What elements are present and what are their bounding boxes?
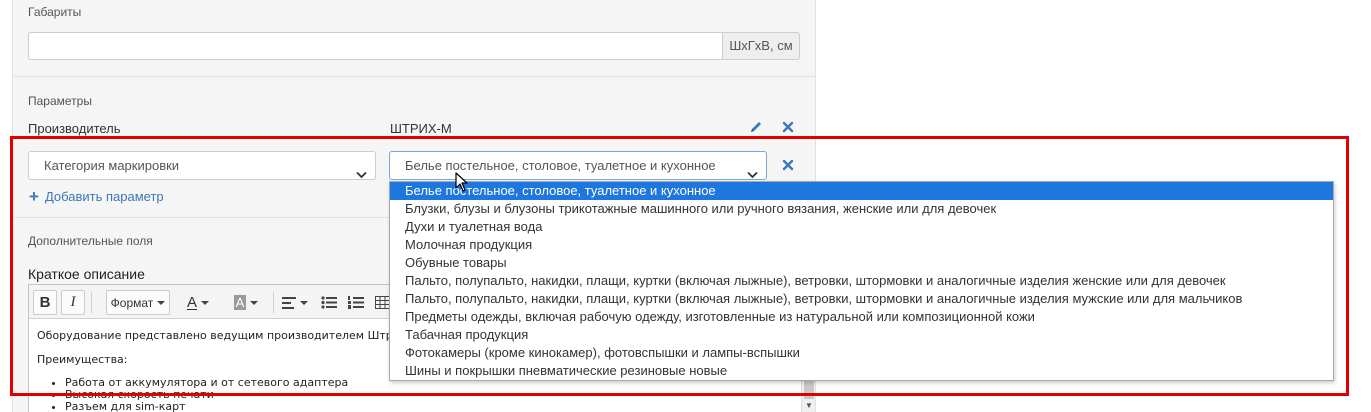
parameter-value-dropdown-list[interactable]: Белье постельное, столовое, туалетное и …: [389, 181, 1334, 381]
toolbar-separator: [91, 292, 92, 313]
pencil-icon[interactable]: [748, 119, 764, 135]
editor-scrollbar[interactable]: ▼: [801, 379, 815, 412]
dimensions-input[interactable]: [28, 32, 722, 60]
category-select[interactable]: Категория маркировки: [28, 151, 376, 180]
chevron-down-icon: [356, 161, 367, 179]
parameter-value-select-value: Белье постельное, столовое, туалетное и …: [405, 158, 716, 173]
divider: [13, 76, 815, 77]
background-color-button[interactable]: A: [225, 290, 267, 315]
dropdown-option[interactable]: Фотокамеры (кроме кинокамер), фотовспышк…: [390, 344, 1333, 362]
bullet-list-icon: [321, 296, 337, 309]
editor-paragraph: Оборудование представлено ведущим произв…: [37, 329, 407, 342]
close-icon[interactable]: [780, 157, 796, 173]
param-manufacturer-name: Производитель: [28, 121, 121, 136]
mouse-cursor-icon: [455, 172, 471, 194]
background-color-icon: A: [233, 295, 247, 310]
font-color-icon: A: [186, 294, 197, 311]
dropdown-option[interactable]: Предметы одежды, включая рабочую одежду,…: [390, 308, 1333, 326]
scroll-down-arrow-icon[interactable]: ▼: [805, 401, 813, 410]
numbered-list-button[interactable]: [344, 290, 368, 315]
add-parameter-link[interactable]: + Добавить параметр: [29, 186, 164, 206]
close-icon[interactable]: [780, 119, 796, 135]
dimensions-label: Габариты: [28, 5, 82, 19]
toolbar-separator: [273, 292, 274, 313]
dimensions-unit-addon: ШхГхВ, см: [722, 32, 800, 60]
caret-down-icon: [300, 300, 308, 305]
bold-button[interactable]: B: [33, 290, 57, 315]
editor-paragraph: Преимущества:: [37, 353, 128, 366]
dropdown-option[interactable]: Табачная продукция: [390, 326, 1333, 344]
add-parameter-label: Добавить параметр: [44, 189, 164, 204]
chevron-down-icon: [747, 161, 758, 179]
format-dropdown-label: Формат: [110, 295, 154, 310]
dropdown-option[interactable]: Шины и покрышки пневматические резиновые…: [390, 362, 1333, 380]
dropdown-option[interactable]: Обувные товары: [390, 254, 1333, 272]
italic-button[interactable]: I: [61, 290, 85, 315]
dropdown-option[interactable]: Пальто, полупальто, накидки, плащи, курт…: [390, 290, 1333, 308]
table-icon: [374, 296, 390, 309]
short-description-title: Краткое описание: [28, 266, 145, 282]
font-color-button[interactable]: A: [177, 290, 219, 315]
dropdown-option[interactable]: Пальто, полупальто, накидки, плащи, курт…: [390, 272, 1333, 290]
dropdown-option[interactable]: Духи и туалетная вода: [390, 218, 1333, 236]
align-left-button[interactable]: [278, 290, 312, 315]
param-manufacturer-value: ШТРИХ-М: [390, 121, 452, 136]
parameter-value-select[interactable]: Белье постельное, столовое, туалетное и …: [389, 151, 767, 180]
list-item: Разъем для sim-карт: [65, 401, 406, 412]
align-left-icon: [282, 296, 296, 309]
dropdown-option[interactable]: Белье постельное, столовое, туалетное и …: [390, 182, 1333, 200]
caret-down-icon: [250, 300, 259, 305]
bullet-list-button[interactable]: [317, 290, 341, 315]
category-select-value: Категория маркировки: [44, 158, 180, 173]
caret-down-icon: [157, 300, 166, 305]
plus-icon: +: [29, 186, 39, 206]
caret-down-icon: [201, 300, 209, 305]
editor-bullet-list: Работа от аккумулятора и от сетевого ада…: [37, 377, 406, 412]
dropdown-option[interactable]: Блузки, блузы и блузоны трикотажные маши…: [390, 200, 1333, 218]
numbered-list-icon: [348, 296, 364, 309]
parameters-label: Параметры: [28, 94, 92, 108]
scrollbar-thumb[interactable]: [804, 379, 814, 399]
extra-fields-label: Дополнительные поля: [28, 234, 153, 248]
dropdown-option[interactable]: Молочная продукция: [390, 236, 1333, 254]
format-dropdown[interactable]: Формат: [106, 290, 170, 315]
editor-content[interactable]: Оборудование представлено ведущим произв…: [37, 329, 406, 412]
